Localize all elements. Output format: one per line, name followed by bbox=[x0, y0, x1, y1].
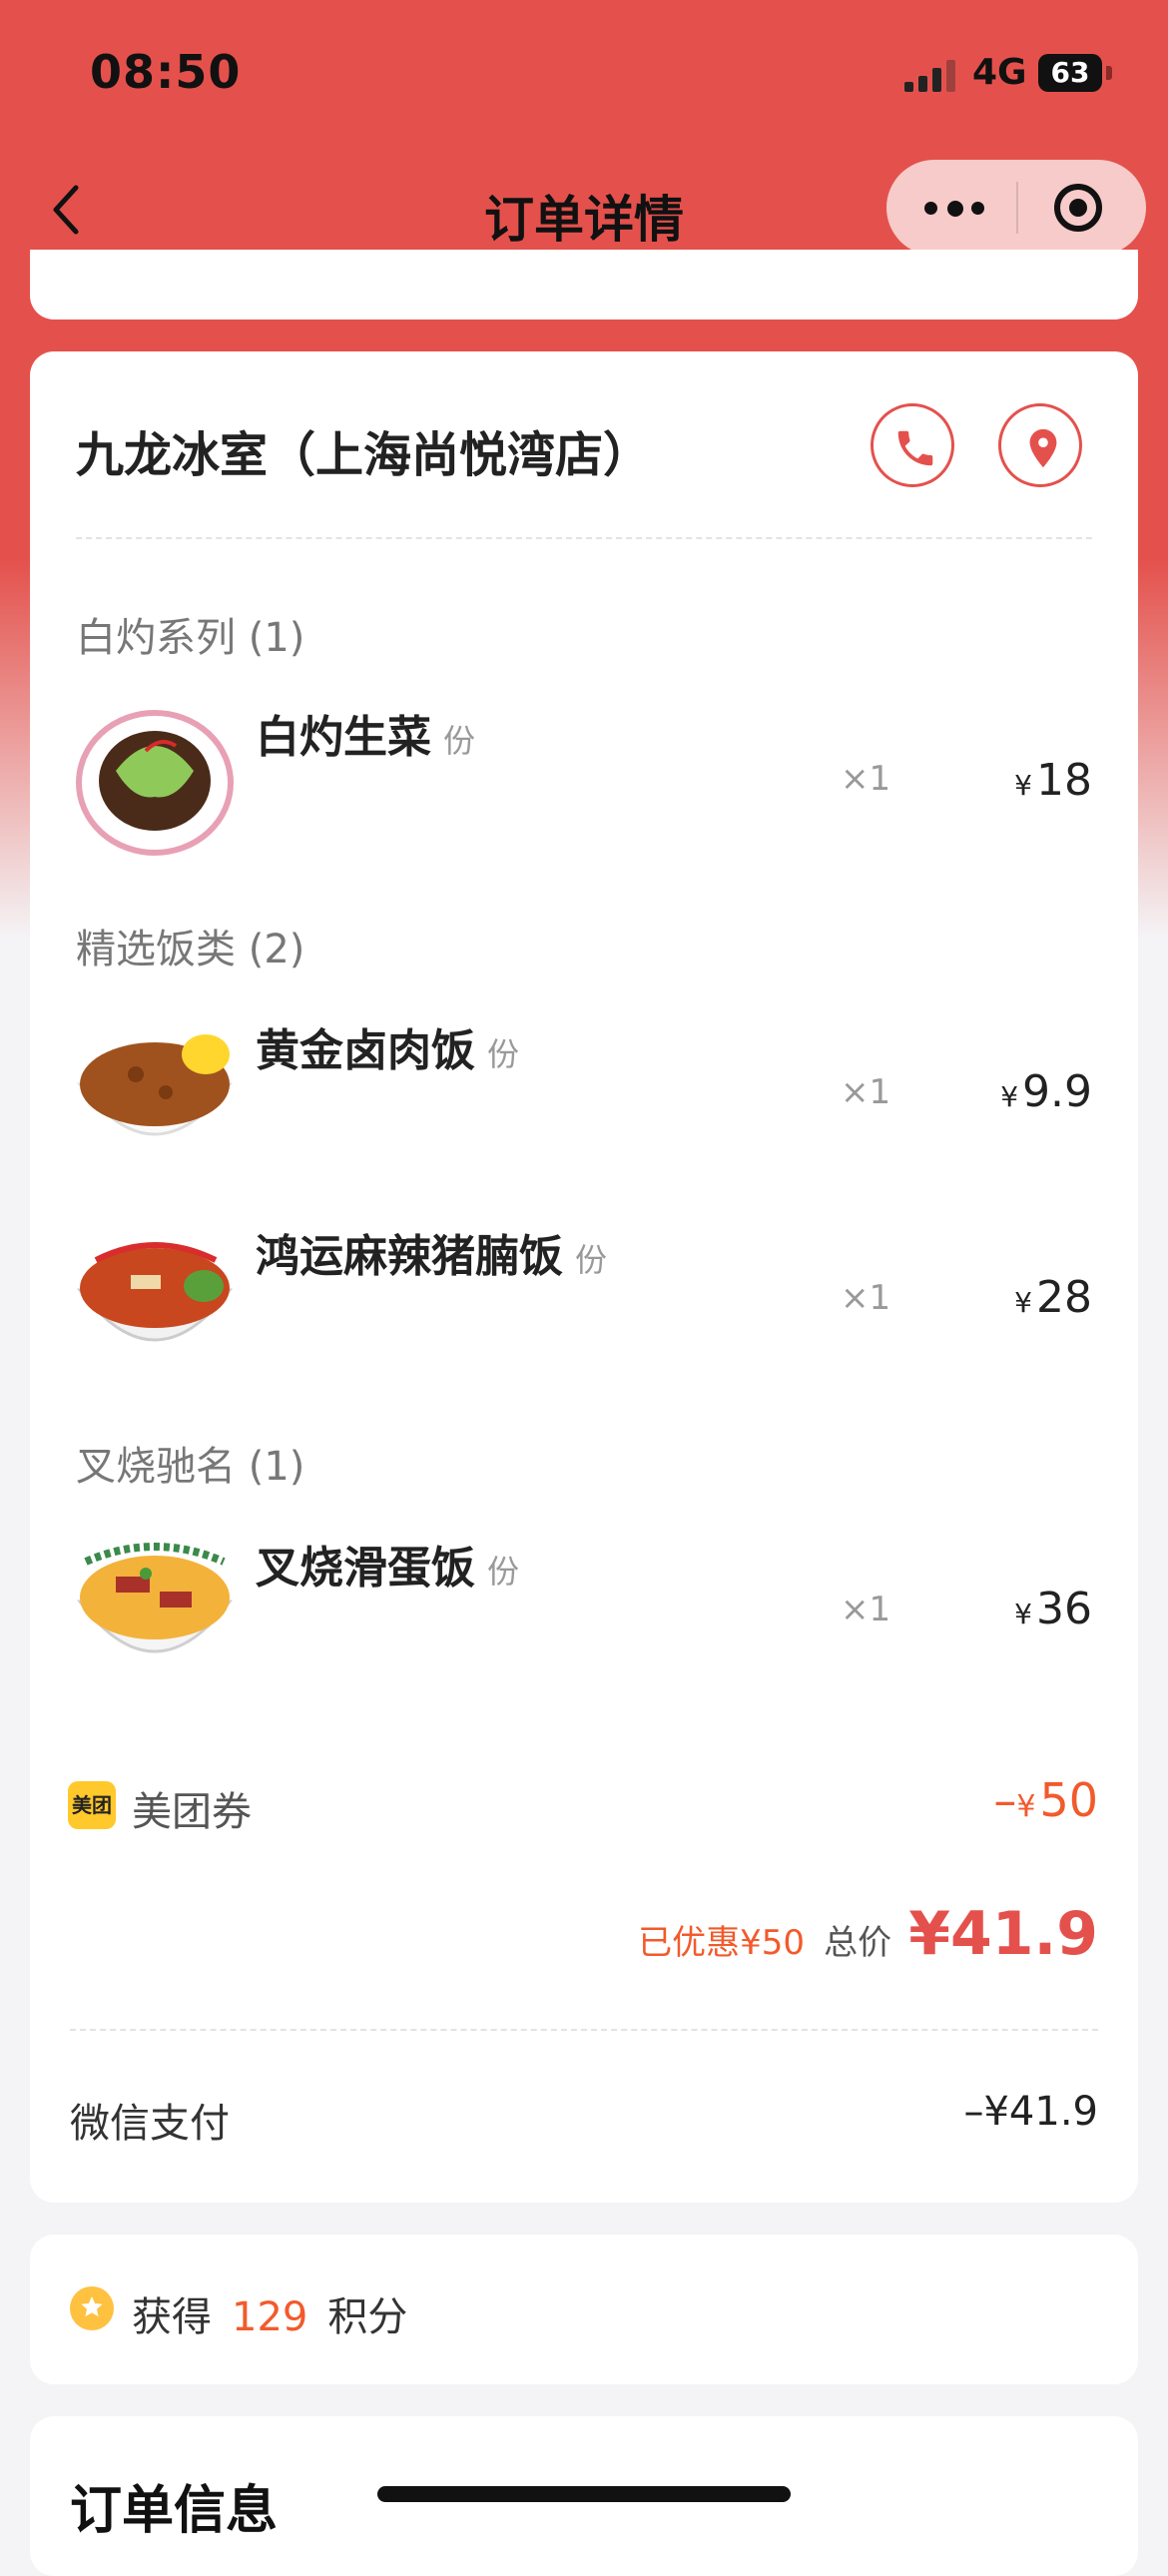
item-image bbox=[76, 701, 234, 859]
section-heading: 订单信息 bbox=[70, 2481, 279, 2541]
payment-method: 微信支付 bbox=[70, 2101, 230, 2147]
item-quantity: ×1 bbox=[841, 1278, 891, 1318]
section-title: 白灼系列 (1) bbox=[76, 615, 305, 661]
item-price: ¥18 bbox=[1014, 755, 1092, 806]
capsule-divider bbox=[1016, 182, 1018, 234]
item-name: 鸿运麻辣猪腩饭份 bbox=[256, 1231, 608, 1282]
item-image bbox=[76, 1014, 234, 1172]
payment-amount: –¥41.9 bbox=[963, 2089, 1098, 2135]
coupon-amount: –¥50 bbox=[993, 1773, 1098, 1827]
signal-icon bbox=[904, 58, 956, 92]
divider bbox=[70, 2029, 1098, 2031]
item-name: 叉烧滑蛋饭份 bbox=[256, 1543, 520, 1594]
previous-card-edge bbox=[30, 250, 1138, 320]
status-time: 08:50 bbox=[90, 45, 242, 99]
section-title: 精选饭类 (2) bbox=[76, 927, 305, 972]
total-label: 总价 bbox=[824, 1923, 892, 1963]
item-price: ¥28 bbox=[1014, 1272, 1092, 1323]
call-button[interactable] bbox=[871, 403, 954, 487]
miniprogram-capsule bbox=[886, 160, 1146, 256]
star-icon bbox=[70, 2286, 114, 2330]
more-icon[interactable] bbox=[924, 201, 984, 217]
item-unit: 份 bbox=[487, 1035, 520, 1073]
meituan-coupon-icon: 美团 bbox=[68, 1781, 116, 1829]
status-bar: 08:50 4G 63 bbox=[0, 0, 1168, 150]
discount-text: 已优惠¥50 bbox=[638, 1923, 806, 1963]
item-image bbox=[76, 1220, 234, 1378]
battery-nub bbox=[1106, 66, 1112, 80]
home-indicator bbox=[377, 2486, 791, 2502]
divider bbox=[76, 537, 1092, 539]
points-value: 129 bbox=[232, 2294, 308, 2340]
item-image bbox=[76, 1532, 234, 1689]
location-button[interactable] bbox=[998, 403, 1082, 487]
item-quantity: ×1 bbox=[841, 759, 891, 799]
item-price: ¥36 bbox=[1014, 1584, 1092, 1634]
total-price: ¥41.9 bbox=[908, 1899, 1098, 1969]
coupon-label: 美团券 bbox=[132, 1789, 252, 1835]
phone-icon bbox=[897, 430, 933, 466]
order-card: 九龙冰室（上海尚悦湾店） 白灼系列 (1) 白灼生菜份 ×1 ¥18 精选饭类 … bbox=[30, 351, 1138, 2203]
location-icon bbox=[1029, 428, 1057, 468]
points-card: 获得 129 积分 bbox=[30, 2235, 1138, 2384]
section-title: 叉烧驰名 (1) bbox=[76, 1444, 305, 1490]
item-name: 黄金卤肉饭份 bbox=[256, 1025, 520, 1076]
item-unit: 份 bbox=[487, 1553, 520, 1591]
points-text: 获得 129 积分 bbox=[132, 2294, 408, 2340]
battery-level: 63 bbox=[1050, 56, 1090, 89]
item-quantity: ×1 bbox=[841, 1072, 891, 1112]
item-name: 白灼生菜份 bbox=[256, 712, 476, 763]
item-quantity: ×1 bbox=[841, 1590, 891, 1629]
item-unit: 份 bbox=[575, 1241, 608, 1279]
store-name[interactable]: 九龙冰室（上海尚悦湾店） bbox=[76, 415, 651, 485]
item-price: ¥9.9 bbox=[1000, 1066, 1092, 1117]
target-icon[interactable] bbox=[1054, 184, 1102, 232]
network-type: 4G bbox=[972, 52, 1027, 93]
item-unit: 份 bbox=[443, 722, 476, 760]
order-summary: 已优惠¥50 总价 ¥41.9 bbox=[638, 1899, 1098, 1969]
